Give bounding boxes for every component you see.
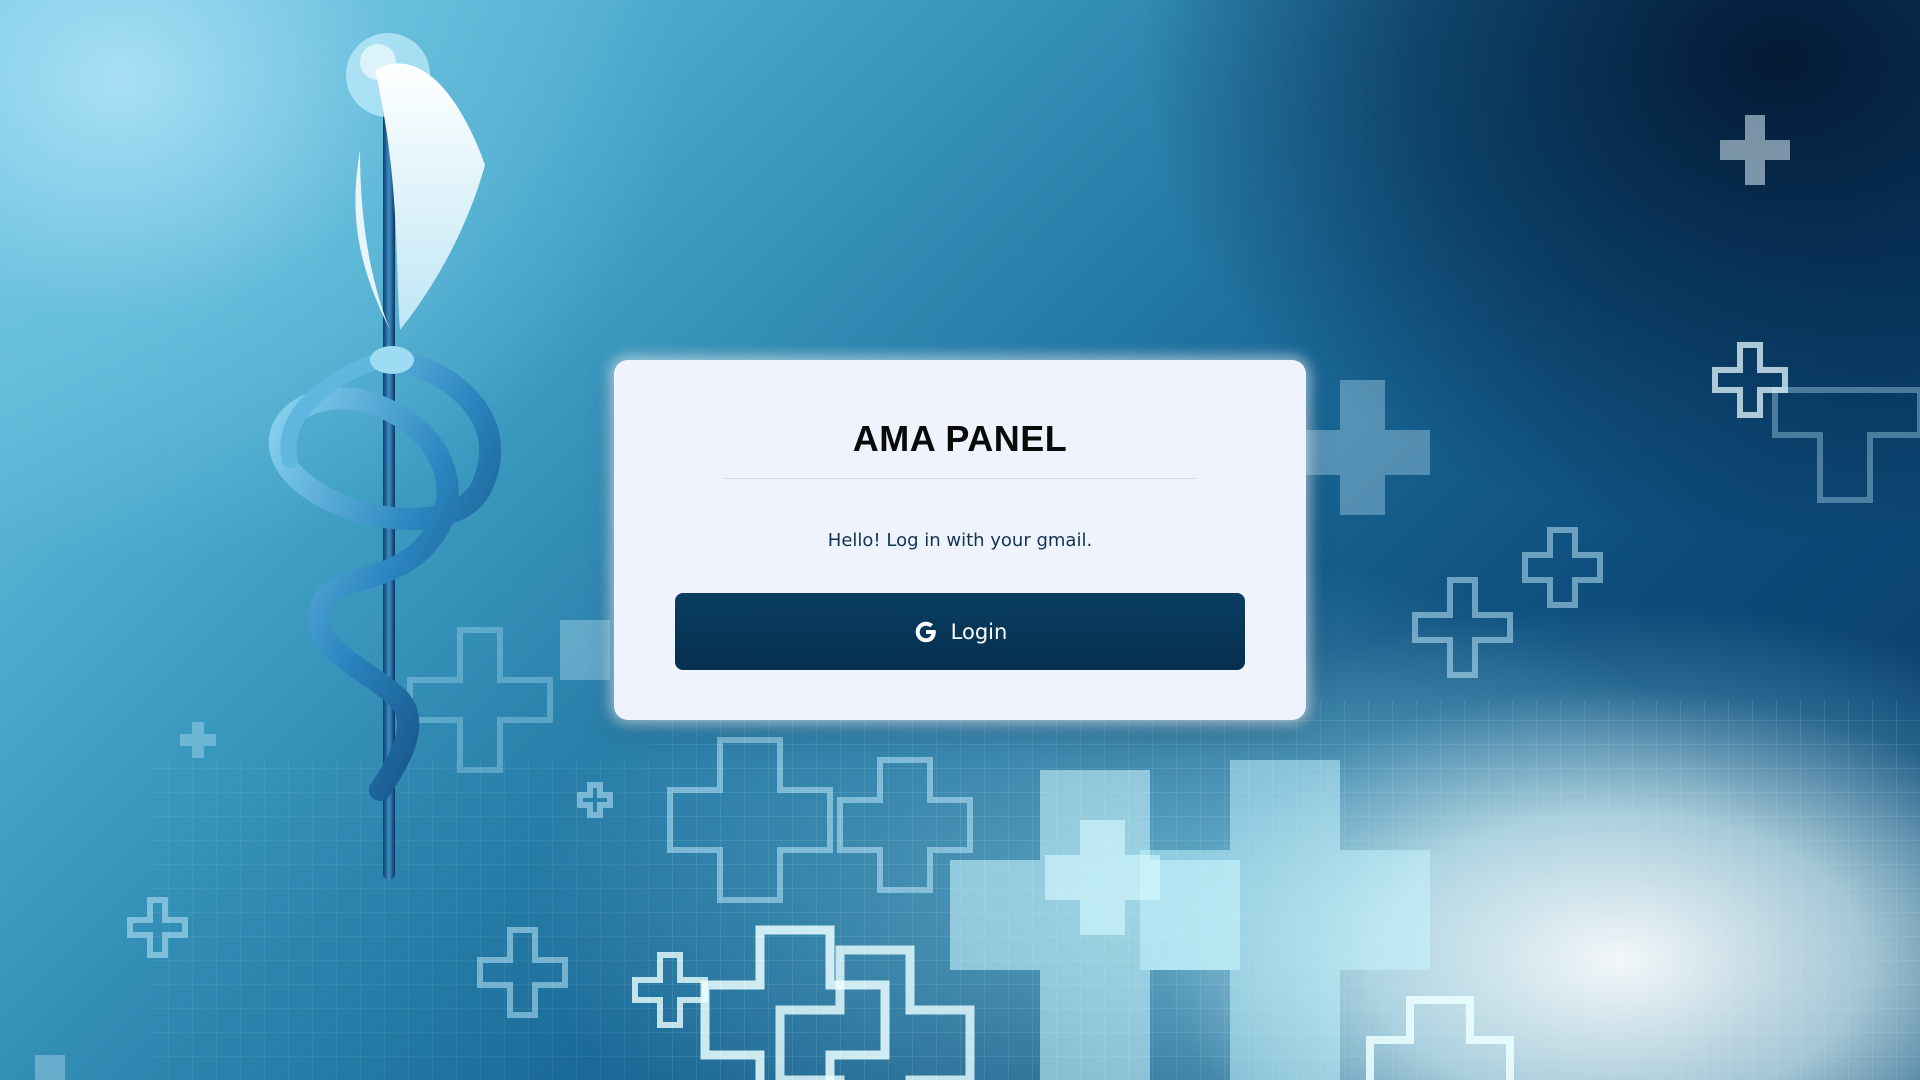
google-login-button[interactable]: Login <box>675 593 1245 670</box>
medical-cross-icon <box>1522 527 1603 608</box>
medical-cross-icon <box>407 627 553 773</box>
google-icon <box>913 619 939 645</box>
medical-cross-icon <box>35 1055 65 1080</box>
medical-cross-icon <box>560 620 610 680</box>
title-divider <box>724 478 1196 479</box>
login-page: AMA PANEL Hello! Log in with your gmail.… <box>0 0 1920 1080</box>
medical-cross-icon <box>1772 387 1920 503</box>
medical-cross-icon <box>1412 577 1513 678</box>
medical-cross-icon <box>1720 115 1790 185</box>
login-instructions: Hello! Log in with your gmail. <box>827 530 1093 551</box>
login-card: AMA PANEL Hello! Log in with your gmail.… <box>614 360 1306 720</box>
page-title: AMA PANEL <box>852 418 1068 459</box>
medical-cross-icon <box>1290 380 1430 515</box>
grid-overlay-left <box>150 760 650 1080</box>
login-button-label: Login <box>950 619 1008 644</box>
medical-cross-icon <box>180 722 216 758</box>
